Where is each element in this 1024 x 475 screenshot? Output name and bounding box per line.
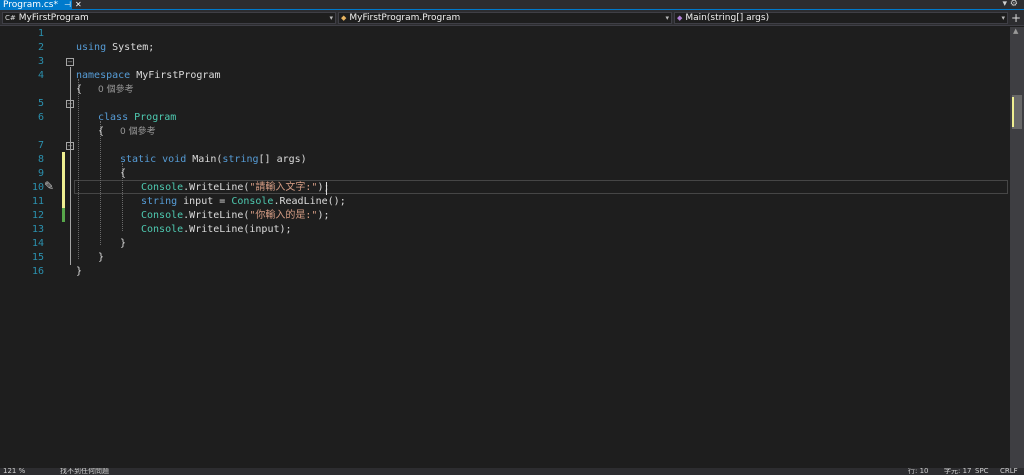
class-icon: ◆ bbox=[341, 14, 347, 22]
pin-icon[interactable]: ⊣ bbox=[64, 0, 71, 10]
line-ending-indicator: CRLF bbox=[1000, 468, 1018, 475]
code-text: System; bbox=[106, 42, 155, 53]
line-indicator: 行: 10 bbox=[908, 468, 929, 475]
csharp-project-icon: C# bbox=[5, 14, 16, 22]
chevron-down-icon: ▾ bbox=[1001, 14, 1005, 22]
whitespace-indicator: SPC bbox=[975, 468, 989, 475]
class-dropdown[interactable]: ◆ MyFirstProgram.Program ▾ bbox=[338, 12, 672, 24]
gear-icon[interactable]: ⚙ bbox=[1010, 0, 1018, 9]
chevron-down-icon: ▾ bbox=[665, 14, 669, 22]
code-line: { bbox=[0, 111, 1010, 137]
code-line: } bbox=[0, 223, 1010, 249]
class-dropdown-label: MyFirstProgram.Program bbox=[349, 13, 461, 23]
member-dropdown-label: Main(string[] args) bbox=[685, 13, 770, 23]
vertical-scrollbar[interactable]: ▲ bbox=[1010, 27, 1024, 468]
code-line: using System; bbox=[0, 27, 1010, 53]
codelens-references[interactable]: 0 個參考 bbox=[120, 126, 156, 139]
editor-status-bar: 121 % 找不到任何問題 行: 10 字元: 17 SPC CRLF bbox=[0, 468, 1024, 475]
code-line: static void Main(string[] args) bbox=[0, 139, 1010, 165]
scroll-up-icon[interactable]: ▲ bbox=[1013, 27, 1018, 35]
navigation-bar: C# MyFirstProgram ▾ ◆ MyFirstProgram.Pro… bbox=[0, 10, 1024, 26]
tab-program-cs[interactable]: Program.cs* ⊣ ✕ bbox=[0, 0, 82, 10]
brace: } bbox=[76, 266, 83, 277]
code-line: { bbox=[0, 69, 1010, 95]
change-marker bbox=[1012, 97, 1014, 127]
code-editor[interactable]: ✎ − − − 1 2 3 4 5 6 7 8 9 10 11 12 13 14… bbox=[0, 27, 1010, 468]
project-dropdown[interactable]: C# MyFirstProgram ▾ bbox=[2, 12, 336, 24]
column-indicator: 字元: 17 bbox=[944, 468, 972, 475]
tab-overflow-controls: ▾ ⚙ bbox=[1003, 0, 1018, 9]
brace: { bbox=[76, 84, 83, 95]
text-caret bbox=[326, 182, 327, 195]
project-dropdown-label: MyFirstProgram bbox=[18, 13, 89, 23]
chevron-down-icon[interactable]: ▾ bbox=[1003, 0, 1008, 9]
zoom-level[interactable]: 121 % bbox=[3, 468, 25, 475]
close-icon[interactable]: ✕ bbox=[75, 0, 82, 10]
code-line: Console.WriteLine("你輸入的是:"); bbox=[0, 195, 1010, 221]
code-line: } bbox=[0, 237, 1010, 263]
document-tab-strip: Program.cs* ⊣ ✕ ▾ ⚙ bbox=[0, 0, 1024, 10]
split-window-icon[interactable]: + bbox=[1011, 11, 1021, 25]
keyword-token: using bbox=[76, 42, 107, 53]
code-line: Console.WriteLine("請輸入文字:"); bbox=[0, 167, 1010, 193]
codelens-references[interactable]: 0 個參考 bbox=[98, 84, 134, 97]
method-icon: ◆ bbox=[677, 14, 683, 22]
tab-title: Program.cs* bbox=[3, 0, 58, 10]
brace: { bbox=[98, 126, 105, 137]
chevron-down-icon: ▾ bbox=[329, 14, 333, 22]
member-dropdown[interactable]: ◆ Main(string[] args) ▾ bbox=[674, 12, 1008, 24]
code-line: } bbox=[0, 251, 1010, 277]
code-line: Console.WriteLine(input); bbox=[0, 209, 1010, 235]
code-line: string input = Console.ReadLine(); bbox=[0, 181, 1010, 207]
issues-indicator[interactable]: 找不到任何問題 bbox=[60, 468, 109, 475]
code-line: namespace MyFirstProgram bbox=[0, 55, 1010, 81]
code-line: class Program bbox=[0, 97, 1010, 123]
code-line: { bbox=[0, 153, 1010, 179]
